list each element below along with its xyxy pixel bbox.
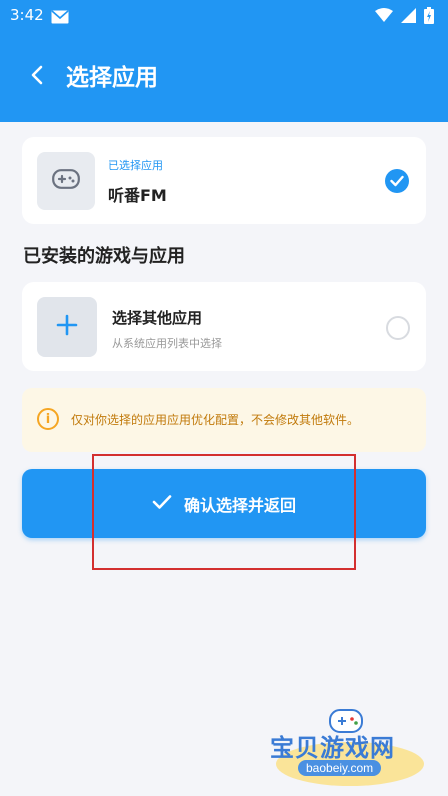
back-button[interactable]	[22, 62, 52, 92]
info-icon: i	[37, 408, 59, 430]
signal-icon	[401, 8, 416, 27]
other-app-subtitle: 从系统应用列表中选择	[112, 337, 222, 350]
gamepad-icon	[52, 169, 80, 193]
other-app-title: 选择其他应用	[112, 309, 203, 327]
app-icon	[37, 152, 95, 210]
watermark-logo: 宝贝游戏网 baobeiy.com	[270, 702, 430, 788]
notice-text: 仅对你选择的应用应用优化配置，不会修改其他软件。	[71, 413, 360, 427]
add-app-icon-box	[37, 297, 97, 357]
other-app-option[interactable]: 选择其他应用 从系统应用列表中选择	[22, 282, 426, 371]
watermark-cn: 宝贝游戏网	[270, 734, 395, 762]
wifi-icon	[375, 8, 393, 27]
status-bar: 3:42	[0, 0, 448, 32]
other-app-radio[interactable]	[386, 316, 410, 340]
selected-checkbox[interactable]	[385, 169, 409, 193]
plus-icon	[56, 314, 78, 340]
status-icons	[375, 7, 434, 28]
section-title: 已安装的游戏与应用	[23, 246, 185, 267]
battery-icon	[424, 7, 434, 28]
checkmark-icon	[390, 172, 404, 191]
status-time: 3:42	[10, 6, 44, 24]
info-notice: i 仅对你选择的应用应用优化配置，不会修改其他软件。	[22, 388, 426, 452]
watermark-en: baobeiy.com	[298, 760, 382, 776]
selected-app-card[interactable]: 已选择应用 听番FM	[22, 137, 426, 224]
selected-app-label: 已选择应用	[108, 159, 163, 172]
selected-app-name: 听番FM	[108, 186, 167, 205]
page-title: 选择应用	[66, 65, 158, 91]
back-arrow-icon	[30, 65, 44, 89]
mail-icon	[51, 9, 69, 28]
app-header: 3:42 选择应用	[0, 0, 448, 122]
highlight-box	[92, 454, 356, 570]
